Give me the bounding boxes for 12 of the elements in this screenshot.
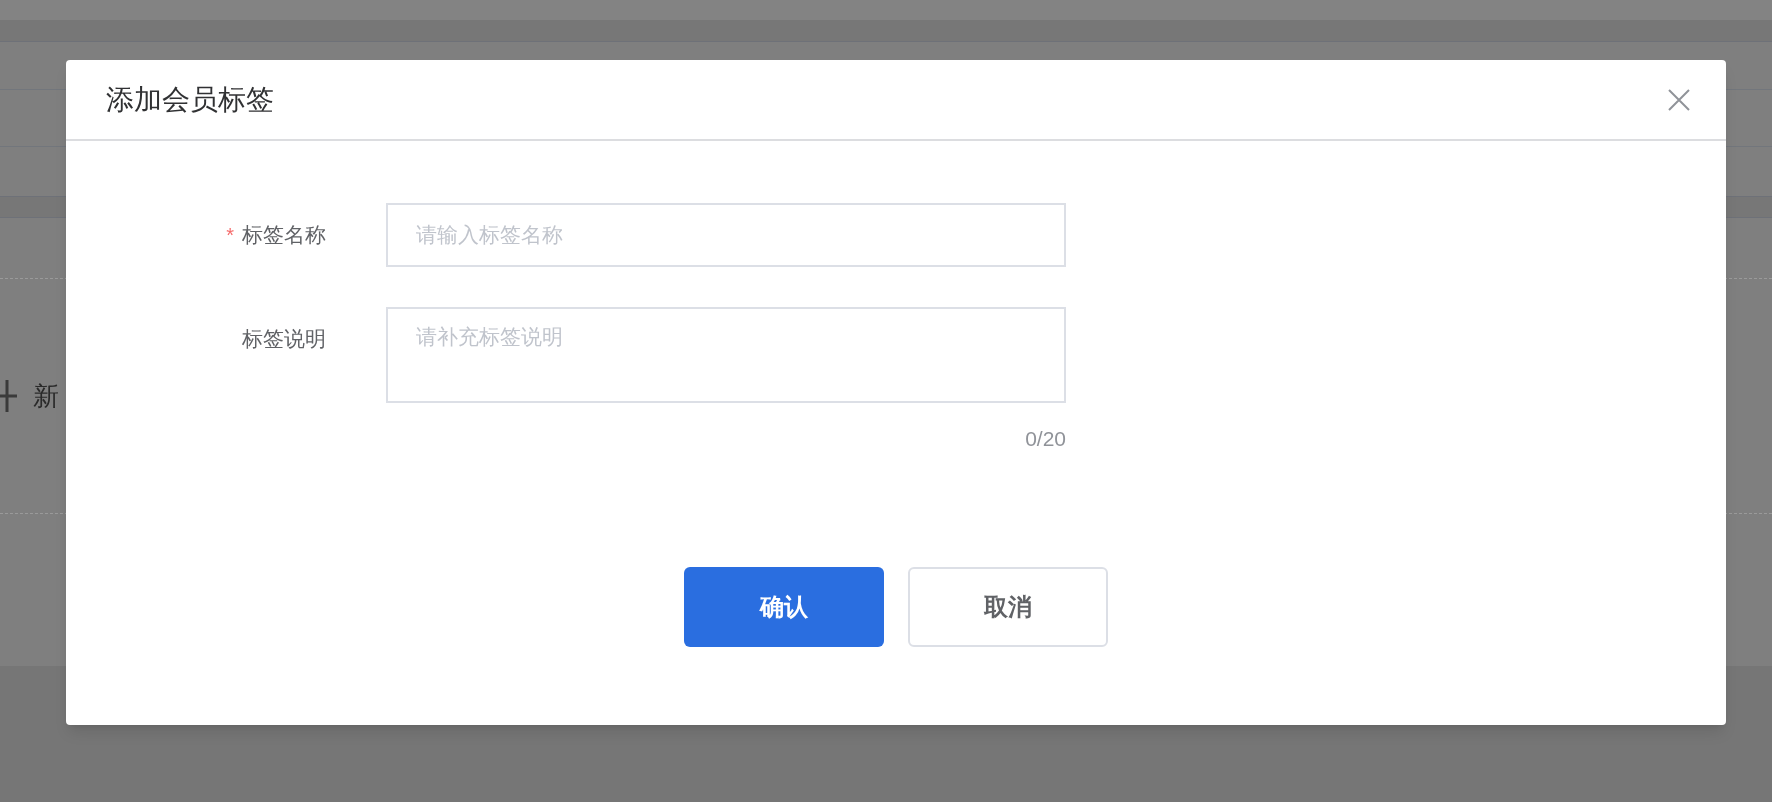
field-label: 标签说明 (242, 326, 326, 353)
plus-icon (0, 380, 17, 412)
character-counter: 0/20 (1025, 426, 1066, 452)
close-icon[interactable] (1668, 88, 1690, 111)
required-mark: * (226, 225, 234, 245)
name-field[interactable]: 请输入标签名称 (386, 203, 1066, 267)
description-field[interactable]: 请补充标签说明 (386, 307, 1066, 403)
field-label: 标签名称 (242, 222, 326, 249)
dialog-title: 添加会员标签 (106, 82, 274, 117)
confirm-button[interactable]: 确认 (684, 566, 884, 647)
cancel-button[interactable]: 取消 (908, 566, 1108, 647)
add-label: 新 (33, 379, 59, 413)
